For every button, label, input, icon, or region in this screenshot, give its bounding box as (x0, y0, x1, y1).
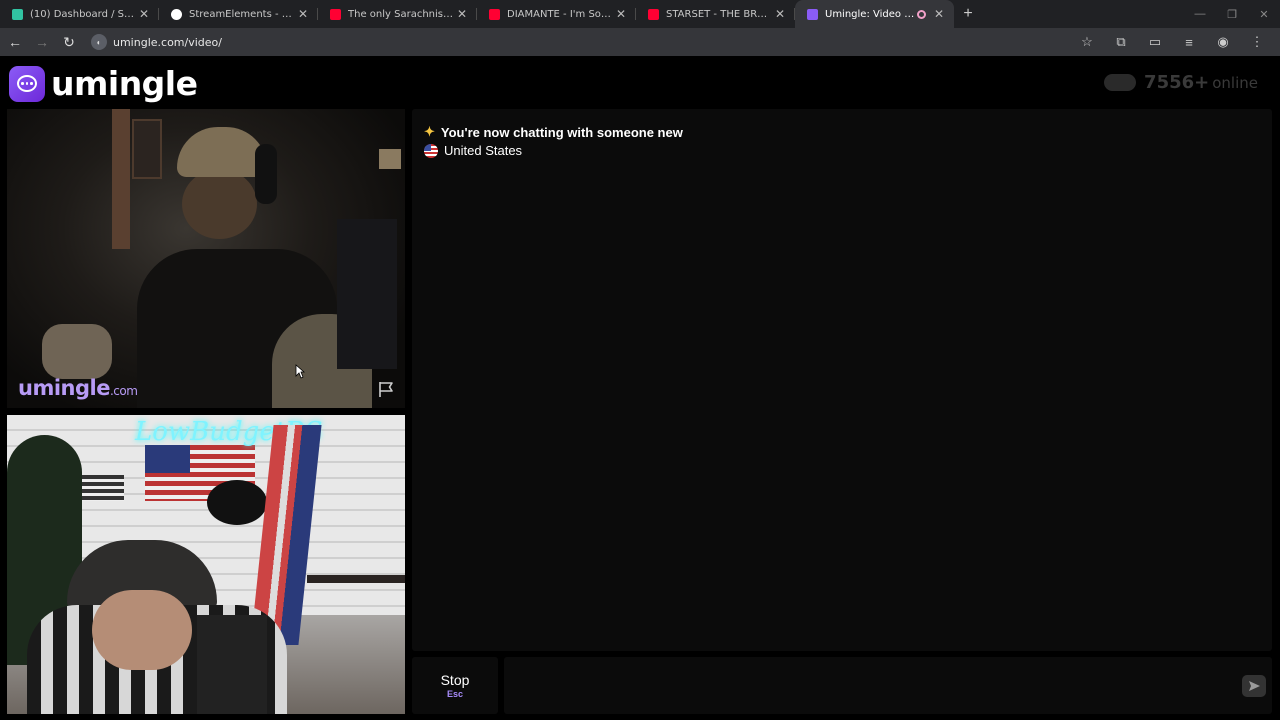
brand-name: umingle (51, 64, 198, 103)
message-input[interactable] (514, 657, 1214, 714)
stop-button[interactable]: Stop Esc (412, 657, 498, 714)
window-controls: — ❐ ✕ (1184, 0, 1280, 28)
close-tab-icon[interactable]: ✕ (137, 7, 151, 21)
forward-icon[interactable]: → (30, 34, 54, 50)
youtube-favicon-icon (648, 8, 659, 20)
tab-title: The only Sarachnis guide you n (348, 8, 455, 20)
chat-status-line: ✦ You're now chatting with someone new (424, 124, 683, 140)
minimize-icon[interactable]: — (1184, 8, 1216, 20)
sparkle-icon: ✦ (424, 124, 435, 139)
streamlabs-favicon-icon (12, 8, 23, 20)
chair-shape (197, 615, 267, 714)
tab-title: StreamElements - Leaderboard (189, 8, 296, 20)
video-background-shape (112, 109, 130, 249)
close-tab-icon[interactable]: ✕ (773, 7, 787, 21)
chat-bubble-logo-icon (9, 65, 45, 102)
restore-icon[interactable]: ❐ (1216, 8, 1248, 21)
streamelements-favicon-icon (171, 8, 182, 20)
site-info-icon[interactable]: ◐ (91, 34, 107, 50)
person-face-shape (92, 590, 192, 670)
video-background-shape (379, 149, 401, 169)
chat-status-text: You're now chatting with someone new (440, 124, 683, 140)
tab-title: DIAMANTE - I'm Sorry (Official (507, 8, 614, 20)
tab-streamelements[interactable]: StreamElements - Leaderboard ✕ (159, 0, 318, 28)
browser-toolbar: ← → ↻ ◐ umingle.com/video/ ☆ ⧉ ▭ ≡ ◉ ⋮ (0, 28, 1280, 56)
mouse-cursor-icon (295, 364, 305, 379)
video-background-shape (177, 127, 267, 177)
flag-decoration-shape (82, 475, 124, 501)
menu-icon[interactable]: ⋮ (1240, 34, 1274, 50)
video-background-shape (42, 324, 112, 379)
close-tab-icon[interactable]: ✕ (455, 7, 469, 21)
online-indicator: 7556+ online (1104, 72, 1258, 93)
video-background-shape (255, 144, 277, 204)
reload-icon[interactable]: ↻ (57, 34, 81, 51)
media-controls-icon[interactable]: ≡ (1172, 35, 1206, 50)
recording-indicator-icon (917, 9, 926, 19)
tab-streamlabs[interactable]: (10) Dashboard / Streamlabs ✕ (0, 0, 159, 28)
video-background-shape (337, 219, 397, 369)
umingle-favicon-icon (807, 8, 818, 20)
brand-logo[interactable]: umingle (9, 64, 198, 103)
close-tab-icon[interactable]: ✕ (296, 7, 310, 21)
youtube-favicon-icon (330, 8, 341, 20)
youtube-favicon-icon (489, 8, 500, 20)
stranger-video: umingle.com (7, 109, 405, 408)
watermark-main: umingle (18, 376, 110, 400)
stop-shortcut: Esc (446, 689, 463, 699)
toolbar-actions: ☆ ⧉ ▭ ≡ ◉ ⋮ (1070, 28, 1274, 56)
self-video: LowBudgetRS (7, 415, 405, 714)
tab-title: STARSET - THE BREACH (Officia (666, 8, 773, 20)
online-label: online (1212, 73, 1258, 92)
browser-tab-bar: (10) Dashboard / Streamlabs ✕ StreamElem… (0, 0, 1280, 28)
back-icon[interactable]: ← (3, 34, 27, 50)
cast-icon[interactable]: ▭ (1138, 34, 1172, 50)
bookmark-star-icon[interactable]: ☆ (1070, 34, 1104, 50)
close-tab-icon[interactable]: ✕ (932, 7, 946, 21)
chat-country-line: United States (424, 143, 522, 158)
umingle-page: umingle 7556+ online umingle.com LowBudg… (0, 56, 1280, 720)
message-box (504, 657, 1272, 714)
new-tab-icon[interactable]: + (954, 5, 982, 23)
report-flag-icon[interactable] (377, 380, 395, 398)
address-bar[interactable]: umingle.com/video/ (113, 36, 222, 49)
tab-youtube-starset[interactable]: STARSET - THE BREACH (Officia ✕ (636, 0, 795, 28)
profile-icon[interactable]: ◉ (1206, 34, 1240, 50)
close-window-icon[interactable]: ✕ (1248, 8, 1280, 21)
tab-umingle[interactable]: Umingle: Video Chat with S ✕ (795, 0, 954, 28)
chat-panel: ✦ You're now chatting with someone new U… (412, 109, 1272, 651)
online-toggle[interactable] (1104, 74, 1137, 91)
tab-title: (10) Dashboard / Streamlabs (30, 8, 137, 20)
spider-decoration-shape (207, 480, 267, 525)
tab-youtube-sarachnis[interactable]: The only Sarachnis guide you n ✕ (318, 0, 477, 28)
send-button[interactable] (1242, 675, 1266, 697)
video-background-shape (182, 169, 257, 239)
online-count: 7556+ (1144, 72, 1210, 93)
extensions-icon[interactable]: ⧉ (1104, 34, 1138, 50)
us-flag-icon (424, 143, 438, 158)
flag-canton-shape (145, 445, 190, 473)
send-icon (1248, 681, 1260, 691)
watermark-suffix: .com (109, 384, 138, 398)
umingle-watermark: umingle.com (18, 376, 138, 400)
tab-youtube-diamante[interactable]: DIAMANTE - I'm Sorry (Official ✕ (477, 0, 636, 28)
shelf-shape (307, 575, 405, 583)
stop-label: Stop (440, 672, 470, 688)
chat-country-text: United States (444, 143, 523, 158)
video-background-shape (132, 119, 162, 179)
tab-title: Umingle: Video Chat with S (825, 8, 917, 20)
close-tab-icon[interactable]: ✕ (614, 7, 628, 21)
